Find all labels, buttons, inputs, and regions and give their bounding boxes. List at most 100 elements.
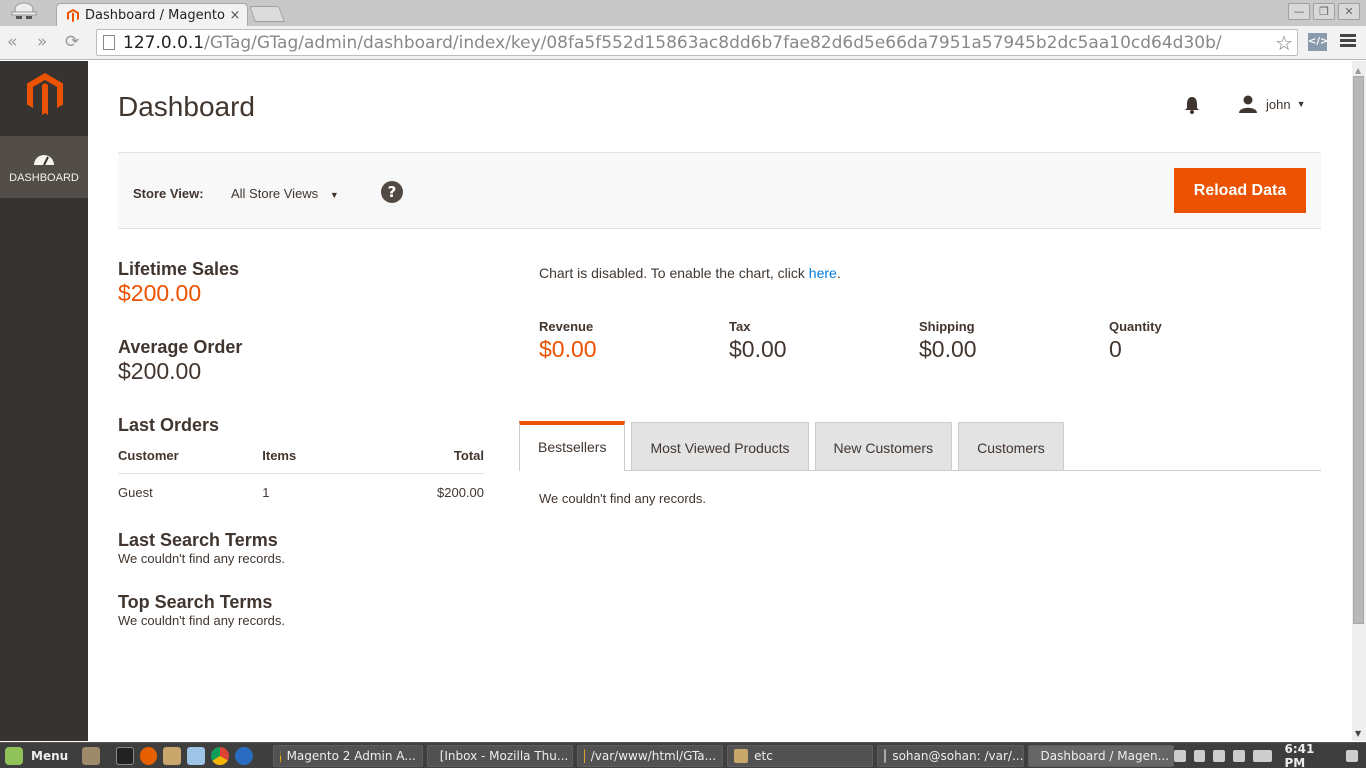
tab-close-icon[interactable]: × bbox=[227, 8, 243, 23]
last-orders-title: Last Orders bbox=[118, 415, 220, 435]
close-window-button[interactable]: ✕ bbox=[1338, 3, 1360, 20]
gauge-icon bbox=[34, 155, 54, 166]
start-menu-button[interactable]: Menu bbox=[5, 746, 69, 765]
task-label: etc bbox=[754, 748, 773, 763]
chart-message-period: . bbox=[836, 265, 841, 281]
lifetime-sales-value: $200.00 bbox=[118, 280, 202, 306]
reload-data-button[interactable]: Reload Data bbox=[1174, 168, 1306, 213]
start-menu-label: Menu bbox=[31, 748, 69, 763]
clock[interactable]: 6:41 PM bbox=[1284, 742, 1338, 770]
update-tray-icon[interactable] bbox=[1193, 749, 1206, 762]
table-row[interactable]: Guest 1 $200.00 bbox=[118, 474, 484, 500]
task-label: Dashboard / Magen... bbox=[1040, 748, 1170, 763]
dashboard-left-column: Lifetime Sales $200.00 Average Order $20… bbox=[118, 259, 484, 628]
tab-content-empty: We couldn't find any records. bbox=[539, 491, 706, 506]
total-label: Tax bbox=[729, 319, 751, 334]
vertical-scrollbar[interactable]: ▲ ▼ bbox=[1352, 61, 1366, 741]
task-label: sohan@sohan: /var/... bbox=[892, 748, 1024, 763]
top-search-terms: Top Search Terms We couldn't find any re… bbox=[118, 592, 484, 628]
notifications-bell-icon[interactable] bbox=[1183, 95, 1201, 115]
network-tray-icon[interactable] bbox=[1213, 749, 1226, 762]
total-label: Shipping bbox=[919, 319, 975, 334]
new-tab-button[interactable] bbox=[249, 6, 285, 22]
incognito-icon bbox=[11, 2, 37, 19]
taskbar-task[interactable]: sohan@sohan: /var/... bbox=[877, 744, 1024, 767]
top-search-terms-empty: We couldn't find any records. bbox=[118, 613, 285, 628]
tab-new-customers[interactable]: New Customers bbox=[814, 422, 953, 470]
weather-icon[interactable] bbox=[1252, 749, 1273, 762]
column-header-items: Items bbox=[262, 448, 373, 474]
chevron-down-icon: ▼ bbox=[1296, 99, 1306, 109]
lifetime-sales: Lifetime Sales $200.00 bbox=[118, 259, 484, 307]
taskbar-task[interactable]: [Inbox - Mozilla Thu... bbox=[426, 744, 573, 767]
volume-icon[interactable] bbox=[1233, 749, 1245, 762]
taskbar-task[interactable]: Magento 2 Admin A... bbox=[272, 744, 423, 767]
order-customer: Guest bbox=[118, 485, 153, 500]
browser-tab-dashboard[interactable]: Dashboard / Magento A × bbox=[56, 3, 248, 26]
show-windows-icon[interactable] bbox=[1346, 749, 1359, 762]
chart-message-text: Chart is disabled. To enable the chart, … bbox=[539, 265, 809, 281]
thunderbird-launcher-icon[interactable] bbox=[234, 746, 253, 765]
virtualbox-launcher-icon[interactable] bbox=[187, 746, 206, 765]
chart-disabled-message: Chart is disabled. To enable the chart, … bbox=[539, 265, 1321, 281]
average-order: Average Order $200.00 bbox=[118, 337, 484, 385]
totals-row: Revenue $0.00 Tax $0.00 Shipping $0.00 Q… bbox=[539, 319, 1321, 363]
user-name: john bbox=[1266, 96, 1291, 112]
sidebar-item-dashboard[interactable]: DASHBOARD bbox=[0, 136, 88, 198]
url-path: /GTag/GTag/admin/dashboard/index/key/08f… bbox=[204, 32, 1222, 53]
last-search-terms: Last Search Terms We couldn't find any r… bbox=[118, 530, 484, 566]
tab-title: Dashboard / Magento A bbox=[85, 7, 227, 23]
user-tray-icon[interactable] bbox=[1173, 749, 1186, 762]
devtools-icon[interactable]: </> bbox=[1308, 33, 1328, 51]
scroll-down-icon[interactable]: ▼ bbox=[1355, 729, 1361, 738]
linux-mint-icon bbox=[5, 746, 23, 765]
scroll-up-icon[interactable]: ▲ bbox=[1355, 66, 1361, 75]
total-revenue: Revenue $0.00 bbox=[539, 319, 729, 363]
last-search-terms-empty: We couldn't find any records. bbox=[118, 551, 285, 566]
dashboard-tabs: Bestsellers Most Viewed Products New Cus… bbox=[519, 421, 1321, 471]
task-label: [Inbox - Mozilla Thu... bbox=[439, 748, 569, 763]
total-tax: Tax $0.00 bbox=[729, 319, 919, 363]
last-orders: Last Orders Customer Items Total Guest 1… bbox=[118, 415, 484, 500]
terminal-launcher-icon[interactable] bbox=[115, 746, 134, 765]
total-shipping: Shipping $0.00 bbox=[919, 319, 1109, 363]
main-content: Dashboard john ▼ Store View: All Store V… bbox=[88, 61, 1352, 741]
restore-button[interactable]: ❐ bbox=[1313, 3, 1335, 20]
tab-most-viewed-products[interactable]: Most Viewed Products bbox=[631, 422, 809, 470]
user-menu[interactable]: john ▼ bbox=[1238, 95, 1306, 113]
menu-icon[interactable] bbox=[1340, 34, 1356, 49]
store-view-select[interactable]: All Store Views ▼ bbox=[231, 186, 339, 201]
order-items: 1 bbox=[262, 485, 270, 500]
top-search-terms-title: Top Search Terms bbox=[118, 592, 273, 612]
page-icon bbox=[103, 35, 115, 50]
files-launcher-icon[interactable] bbox=[163, 746, 182, 765]
minimize-button[interactable]: — bbox=[1288, 3, 1310, 20]
magento-logo-icon[interactable] bbox=[27, 73, 63, 115]
enable-chart-link[interactable]: here bbox=[809, 265, 837, 281]
column-header-customer: Customer bbox=[118, 448, 263, 474]
firefox-launcher-icon[interactable] bbox=[139, 746, 158, 765]
forward-icon[interactable]: » bbox=[37, 32, 47, 52]
dashboard-right-column: Chart is disabled. To enable the chart, … bbox=[539, 265, 1321, 363]
tab-bestsellers[interactable]: Bestsellers bbox=[519, 421, 626, 471]
back-icon[interactable]: « bbox=[7, 32, 17, 52]
average-order-value: $200.00 bbox=[118, 358, 202, 384]
user-icon bbox=[1239, 95, 1257, 113]
chrome-icon bbox=[279, 748, 281, 763]
scrollbar-thumb[interactable] bbox=[1353, 76, 1364, 624]
reload-icon[interactable]: ⟳ bbox=[65, 32, 79, 52]
show-desktop-icon[interactable] bbox=[82, 746, 100, 765]
bookmark-star-icon[interactable]: ☆ bbox=[1275, 31, 1293, 55]
address-bar[interactable]: 127.0.0.1/GTag/GTag/admin/dashboard/inde… bbox=[96, 29, 1298, 56]
browser-toolbar: « » ⟳ 127.0.0.1/GTag/GTag/admin/dashboar… bbox=[0, 26, 1366, 60]
taskbar-task[interactable]: etc bbox=[727, 744, 874, 767]
help-icon[interactable]: ? bbox=[381, 181, 403, 203]
taskbar-task-active[interactable]: Dashboard / Magen... bbox=[1027, 744, 1174, 767]
chevron-down-icon: ▼ bbox=[329, 190, 339, 200]
total-quantity: Quantity 0 bbox=[1109, 319, 1299, 363]
tab-customers[interactable]: Customers bbox=[958, 422, 1064, 470]
sidebar-item-label: DASHBOARD bbox=[9, 172, 79, 184]
os-taskbar: Menu Magento 2 Admin A... [Inbox - Mozil… bbox=[0, 742, 1366, 770]
chrome-launcher-icon[interactable] bbox=[211, 746, 229, 765]
taskbar-task[interactable]: /var/www/html/GTa... bbox=[576, 744, 724, 767]
